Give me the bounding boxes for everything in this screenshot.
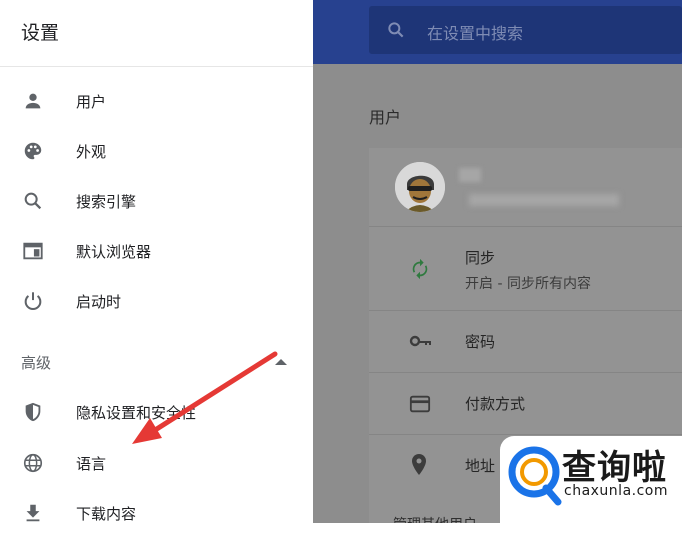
sidebar-item-label: 用户 — [76, 92, 107, 111]
sync-icon — [409, 258, 431, 284]
sidebar-item-label: 搜索引擎 — [76, 192, 137, 211]
location-pin-icon — [409, 453, 429, 481]
shield-icon — [21, 400, 45, 424]
settings-header: 在设置中搜索 — [313, 0, 682, 64]
watermark-name: 查询啦 — [562, 448, 667, 488]
sidebar-item-appearance[interactable]: 外观 — [0, 131, 313, 171]
credit-card-icon — [409, 394, 431, 418]
sidebar-item-downloads[interactable]: 下载内容 — [0, 493, 313, 533]
section-title-users: 用户 — [369, 108, 402, 127]
person-icon — [21, 89, 45, 113]
power-icon — [21, 289, 45, 313]
key-icon — [409, 331, 433, 355]
caret-up-icon[interactable] — [275, 359, 287, 365]
sidebar-item-label: 启动时 — [76, 292, 122, 311]
addresses-label: 地址 — [465, 457, 496, 475]
download-icon — [21, 501, 45, 525]
sync-row[interactable]: 同步 开启 - 同步所有内容 — [369, 226, 682, 311]
sidebar-divider — [0, 66, 313, 67]
browser-icon — [21, 239, 45, 263]
sidebar-title: 设置 — [21, 22, 60, 44]
payment-methods-label: 付款方式 — [465, 395, 526, 413]
manage-other-users-link[interactable]: 管理其他用户 — [393, 514, 477, 523]
sidebar-item-on-startup[interactable]: 启动时 — [0, 281, 313, 321]
search-placeholder: 在设置中搜索 — [427, 24, 524, 43]
sidebar-item-search-engine[interactable]: 搜索引擎 — [0, 181, 313, 221]
sidebar-item-label: 隐私设置和安全性 — [76, 403, 197, 422]
settings-search-box[interactable]: 在设置中搜索 — [369, 6, 682, 54]
sync-status: 开启 - 同步所有内容 — [465, 276, 591, 292]
sidebar-item-label: 语言 — [76, 454, 107, 473]
passwords-row[interactable]: 密码 — [369, 310, 682, 373]
passwords-label: 密码 — [465, 333, 496, 351]
sidebar-item-language[interactable]: 语言 — [0, 443, 313, 483]
magnifier-logo-icon — [506, 444, 562, 510]
payment-methods-row[interactable]: 付款方式 — [369, 372, 682, 435]
advanced-section-label[interactable]: 高级 — [21, 352, 51, 373]
sidebar-item-label: 下载内容 — [76, 504, 137, 523]
avatar[interactable] — [395, 162, 445, 212]
globe-icon — [21, 451, 45, 475]
search-icon — [21, 189, 45, 213]
search-icon — [386, 20, 406, 44]
user-email-blurred — [469, 194, 619, 206]
watermark-logo: 查询啦 chaxunla.com — [500, 436, 682, 523]
sidebar-item-label: 外观 — [76, 142, 107, 161]
settings-sidebar: 设置 用户 外观 搜索引擎 默认浏览器 启动时 高级 隐私设置和安全性 语言 下… — [0, 0, 313, 523]
watermark-domain: chaxunla.com — [564, 483, 668, 499]
sidebar-item-default-browser[interactable]: 默认浏览器 — [0, 231, 313, 271]
sidebar-item-privacy[interactable]: 隐私设置和安全性 — [0, 392, 313, 432]
palette-icon — [21, 139, 45, 163]
sidebar-item-users[interactable]: 用户 — [0, 81, 313, 121]
user-name-blurred — [459, 168, 481, 182]
sync-title: 同步 — [465, 249, 496, 267]
sidebar-item-label: 默认浏览器 — [76, 242, 152, 261]
